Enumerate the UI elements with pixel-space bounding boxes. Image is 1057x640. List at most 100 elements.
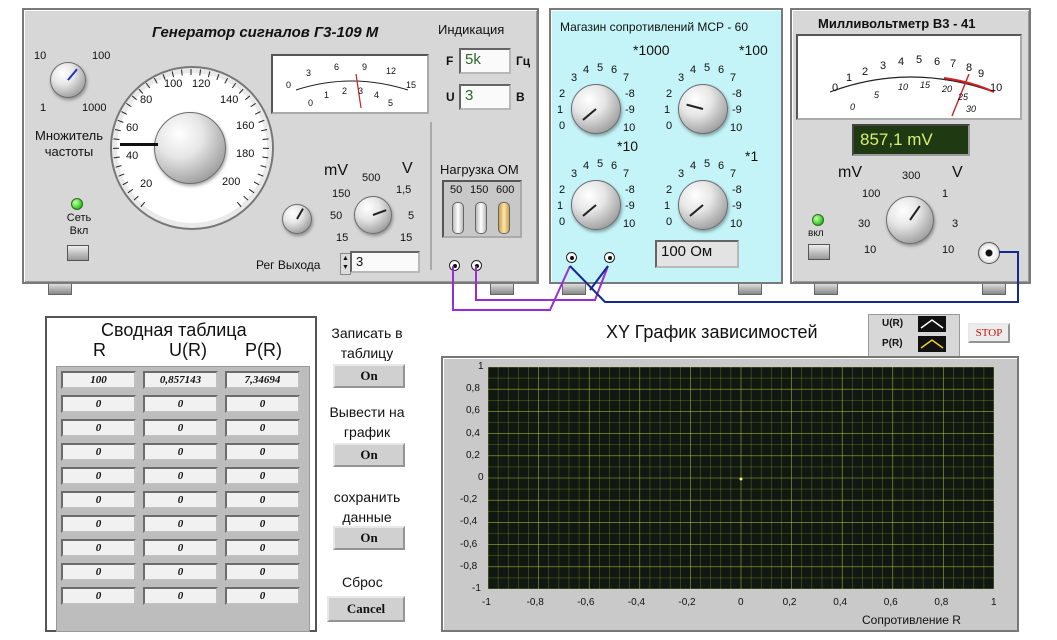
load-switch-600[interactable] (498, 202, 510, 234)
decade-digit-label: 3 (678, 72, 685, 84)
table-cell[interactable]: 0 (61, 491, 136, 509)
mv-scale-label: 0 (850, 102, 856, 112)
load-switch-150[interactable] (475, 202, 487, 234)
plot-button[interactable]: On (333, 443, 405, 467)
level-5: 5 (408, 210, 415, 222)
table-cell[interactable]: 0 (225, 539, 300, 557)
generator-output-terminal-1[interactable] (449, 260, 460, 271)
resistor-terminal-2[interactable] (604, 252, 615, 263)
table-cell[interactable]: 0 (143, 515, 218, 533)
table-cell[interactable]: 0 (61, 539, 136, 557)
graph-xlabel: Сопротивление R (862, 613, 961, 627)
millivoltmeter-power-led (812, 214, 824, 226)
frequency-dial-knob[interactable] (154, 112, 226, 184)
table-cell[interactable]: 0 (61, 587, 136, 605)
table-cell[interactable]: 0 (61, 515, 136, 533)
x-tick-label: -1 (482, 597, 491, 608)
table-cell[interactable]: 0 (225, 587, 300, 605)
output-fine-knob[interactable] (282, 204, 312, 234)
mv-scale-label: 30 (966, 104, 977, 114)
mv-scale-label: 7 (950, 58, 957, 70)
table-cell[interactable]: 0 (143, 563, 218, 581)
table-row: 000 (60, 442, 301, 462)
frequency-display: 5k (459, 48, 511, 74)
table-cell[interactable]: 0 (225, 395, 300, 413)
stop-button[interactable]: STOP (968, 323, 1010, 343)
decade-digit-label: -8 (732, 88, 742, 100)
table-cell[interactable]: 0 (143, 491, 218, 509)
table-row: 000 (60, 466, 301, 486)
table-cell[interactable]: 0 (143, 419, 218, 437)
decade-digit-label: 2 (559, 88, 566, 100)
table-cell[interactable]: 0 (225, 467, 300, 485)
table-cell[interactable]: 0 (61, 443, 136, 461)
table-cell[interactable]: 0 (61, 419, 136, 437)
table-cell[interactable]: 0 (61, 395, 136, 413)
table-cell[interactable]: 0 (61, 467, 136, 485)
table-cell[interactable]: 7,34694 (225, 371, 300, 389)
decade-digit-label: 6 (611, 64, 618, 76)
resistance-display: 100 Ом (655, 240, 739, 268)
table-cell[interactable]: 0 (225, 491, 300, 509)
decade-digit-label: 4 (690, 64, 697, 76)
table-cell[interactable]: 0 (143, 467, 218, 485)
decade-digit-label: 0 (559, 216, 566, 228)
resistance-decade-knob[interactable] (571, 180, 621, 230)
decade-digit-label: 5 (597, 158, 604, 170)
table-cell[interactable]: 0 (143, 539, 218, 557)
voltage-display: 3 (459, 84, 511, 110)
millivoltmeter-power-button[interactable] (808, 244, 830, 260)
output-level-knob[interactable] (354, 196, 392, 234)
x-tick-label: -0,4 (627, 597, 646, 608)
header-r: R (93, 340, 106, 360)
header-p: P(R) (245, 340, 282, 360)
xy-graph-plot[interactable] (488, 367, 994, 589)
decade-digit-label: -9 (732, 104, 742, 116)
table-cell[interactable]: 0 (225, 563, 300, 581)
frequency-multiplier-knob[interactable] (50, 62, 86, 98)
x-tick-label: 0,4 (833, 597, 848, 608)
write-button[interactable]: On (333, 364, 405, 388)
mult-scale-10: 10 (34, 50, 47, 62)
reset-button[interactable]: Cancel (327, 596, 405, 622)
generator-output-terminal-2[interactable] (471, 260, 482, 271)
table-cell[interactable]: 0 (225, 419, 300, 437)
output-regulator-input[interactable]: 3 (350, 251, 420, 273)
range-300: 300 (902, 170, 921, 182)
table-cell[interactable]: 0 (61, 563, 136, 581)
resistance-decade-knob[interactable] (571, 84, 621, 134)
meter-bottom-3: 3 (358, 86, 364, 96)
resistance-decade-knob[interactable] (678, 180, 728, 230)
millivoltmeter-input-jack[interactable] (978, 242, 1000, 264)
table-cell[interactable]: 0 (143, 395, 218, 413)
y-tick-label: 0,4 (466, 427, 480, 439)
mv-scale-label: 9 (978, 68, 985, 80)
generator-power-button[interactable] (67, 245, 89, 261)
resistor-terminal-1[interactable] (566, 252, 577, 263)
load-divider (430, 122, 432, 270)
mv-scale-label: 5 (874, 90, 880, 100)
table-cell[interactable]: 100 (61, 371, 136, 389)
decade-digit-label: 2 (559, 184, 566, 196)
table-cell[interactable]: 0,857143 (143, 371, 218, 389)
meter-top-15: 15 (406, 80, 417, 90)
decade-digit-label: 7 (730, 168, 737, 180)
legend-p: P(R) (882, 338, 903, 349)
dial-20: 20 (140, 178, 153, 190)
load-switch-50[interactable] (452, 202, 464, 234)
mv-scale-label: 15 (920, 80, 931, 90)
meter-bottom-1: 1 (324, 90, 330, 100)
table-cell[interactable]: 0 (143, 587, 218, 605)
x-tick-label: 0 (738, 597, 744, 608)
table-cell[interactable]: 0 (225, 515, 300, 533)
output-regulator-label: Рег Выхода (256, 258, 321, 272)
save-button[interactable]: On (333, 526, 405, 550)
millivoltmeter-range-knob[interactable] (886, 196, 934, 244)
resistor-foot-left (562, 284, 586, 295)
range-3: 3 (952, 218, 959, 230)
generator-foot-left (48, 284, 72, 295)
resistance-decade-knob[interactable] (678, 84, 728, 134)
table-cell[interactable]: 0 (143, 443, 218, 461)
table-cell[interactable]: 0 (225, 443, 300, 461)
decade-multiplier-label: *1 (745, 148, 759, 164)
